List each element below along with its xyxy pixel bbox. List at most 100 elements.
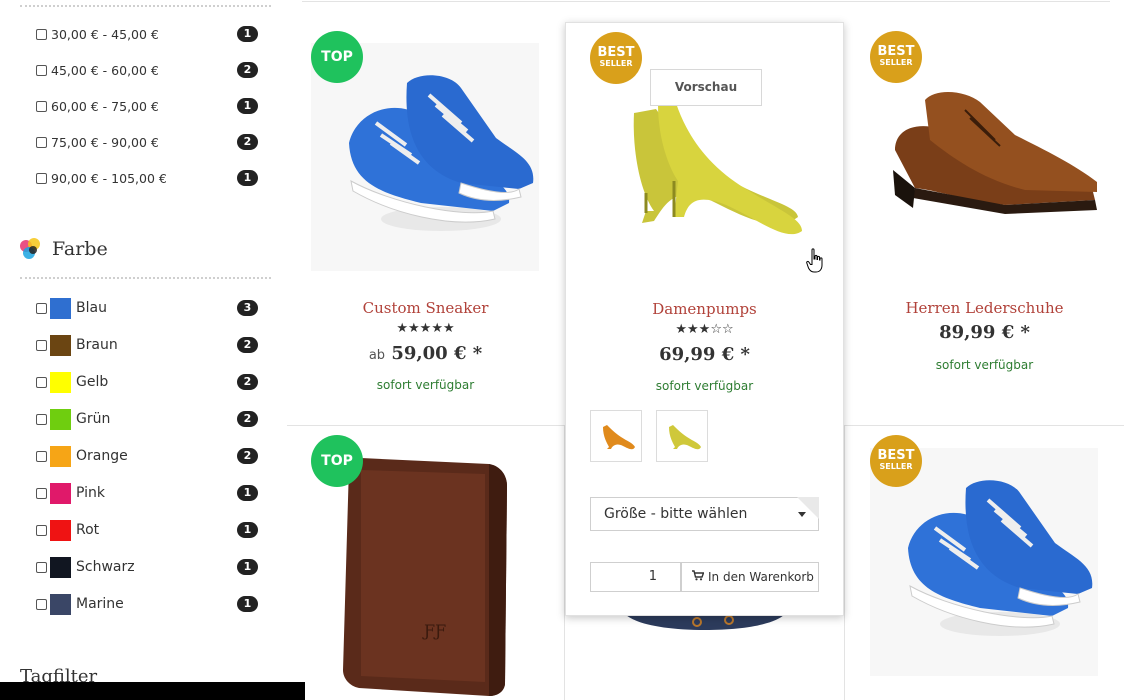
preview-button[interactable]: Vorschau (650, 69, 762, 106)
product-tile[interactable]: BEST SELLER Herren Lederschuhe 89,99 € *… (845, 0, 1124, 425)
badge-line: SELLER (879, 462, 913, 471)
availability-text: sofort verfügbar (935, 358, 1034, 372)
checkbox[interactable] (36, 487, 47, 499)
price-filter-label: 45,00 € - 60,00 € (51, 62, 159, 78)
color-filter-label: Grün (76, 411, 111, 427)
color-section-title: Farbe (52, 238, 108, 260)
filter-sidebar: 30,00 € - 45,00 € 1 45,00 € - 60,00 € 2 … (0, 0, 305, 700)
price-filter-label: 90,00 € - 105,00 € (51, 170, 167, 186)
color-filter-label: Pink (76, 485, 106, 501)
count-badge: 1 (237, 596, 258, 612)
count-badge: 2 (237, 374, 258, 390)
product-name[interactable]: Damenpumps (566, 300, 843, 318)
badge-line: BEST (877, 448, 915, 463)
checkbox[interactable] (36, 413, 47, 425)
product-image[interactable] (625, 614, 785, 634)
product-name[interactable]: Herren Lederschuhe (845, 299, 1124, 317)
product-price: 89,99 € * (939, 322, 1030, 343)
add-to-cart-button[interactable]: In den Warenkorb (681, 562, 819, 592)
bestseller-badge: BEST SELLER (870, 31, 922, 83)
bottom-bar (0, 682, 305, 700)
bag-image (625, 614, 785, 630)
price-filter-item[interactable]: 45,00 € - 60,00 € 2 (36, 58, 258, 82)
color-swatch (50, 371, 71, 393)
checkbox[interactable] (36, 28, 47, 40)
hand-cursor-icon (806, 248, 824, 278)
price-filter-item[interactable]: 90,00 € - 105,00 € 1 (36, 166, 258, 190)
checkbox[interactable] (36, 302, 47, 314)
checkbox[interactable] (36, 100, 47, 112)
color-swatch (50, 482, 71, 504)
wallet-image: ƑƑ (343, 458, 507, 696)
svg-text:ƑƑ: ƑƑ (422, 621, 446, 640)
yellow-pumps-image (669, 425, 701, 450)
checkbox[interactable] (36, 64, 47, 76)
checkbox[interactable] (36, 598, 47, 610)
size-select[interactable]: Größe - bitte wählen (590, 497, 819, 531)
checkbox[interactable] (36, 172, 47, 184)
count-badge: 1 (237, 522, 258, 538)
color-filter-item[interactable]: Gelb 2 (36, 369, 258, 395)
availability-text: sofort verfügbar (376, 378, 475, 392)
product-image[interactable] (875, 60, 1105, 230)
pumps-image (633, 103, 802, 235)
checkbox[interactable] (36, 561, 47, 573)
count-badge: 2 (237, 411, 258, 427)
quantity-input[interactable]: 1 (590, 562, 681, 592)
count-badge: 2 (237, 134, 258, 150)
count-badge: 2 (237, 448, 258, 464)
color-filter-label: Braun (76, 337, 118, 353)
checkbox[interactable] (36, 450, 47, 462)
divider (20, 5, 271, 7)
color-swatch (50, 556, 71, 578)
rating-stars: ★★★★★ (396, 321, 455, 336)
color-filter-item[interactable]: Orange 2 (36, 443, 258, 469)
product-price: 69,99 € * (659, 344, 750, 365)
product-tile[interactable]: TOP Custom Sneaker ★★★★★ ab 59,00 € * so… (287, 0, 564, 425)
variant-thumbnail[interactable] (656, 410, 708, 462)
color-filter-item[interactable]: Marine 1 (36, 591, 258, 617)
color-filter-label: Marine (76, 596, 124, 612)
availability-text: sofort verfügbar (655, 379, 754, 393)
palette-icon (20, 238, 42, 260)
color-swatch (50, 519, 71, 541)
color-filter-item[interactable]: Braun 2 (36, 332, 258, 358)
product-image[interactable]: ƑƑ (339, 456, 514, 700)
orange-pumps-image (603, 425, 635, 450)
corner-fold (797, 497, 819, 519)
count-badge: 2 (237, 337, 258, 353)
price-filter-item[interactable]: 75,00 € - 90,00 € 2 (36, 130, 258, 154)
product-name[interactable]: Custom Sneaker (287, 299, 564, 317)
color-filter-item[interactable]: Rot 1 (36, 517, 258, 543)
color-filter-label: Blau (76, 300, 107, 316)
checkbox[interactable] (36, 524, 47, 536)
size-select-value: Größe - bitte wählen (604, 506, 748, 522)
variant-thumbnail[interactable] (590, 410, 642, 462)
product-image[interactable] (606, 93, 806, 263)
bestseller-badge: BEST SELLER (870, 435, 922, 487)
top-badge: TOP (311, 31, 363, 83)
product-hover-card[interactable]: BEST SELLER Vorschau Damenpumps ★★★☆☆ 69… (565, 22, 844, 616)
color-swatch (50, 593, 71, 615)
price-prefix: ab (368, 348, 386, 363)
color-filter-item[interactable]: Pink 1 (36, 480, 258, 506)
checkbox[interactable] (36, 339, 47, 351)
badge-line: BEST (597, 45, 635, 60)
cart-icon (692, 563, 705, 591)
divider (20, 277, 271, 279)
badge-line: SELLER (879, 58, 913, 67)
count-badge: 3 (237, 300, 258, 316)
product-tile[interactable]: TOP ƑƑ (287, 426, 564, 700)
color-filter-item[interactable]: Grün 2 (36, 406, 258, 432)
price-filter-item[interactable]: 60,00 € - 75,00 € 1 (36, 94, 258, 118)
color-filter-item[interactable]: Blau 3 (36, 295, 258, 321)
checkbox[interactable] (36, 136, 47, 148)
checkbox[interactable] (36, 376, 47, 388)
top-badge: TOP (311, 435, 363, 487)
color-filter-item[interactable]: Schwarz 1 (36, 554, 258, 580)
count-badge: 1 (237, 485, 258, 501)
product-tile[interactable]: BEST SELLER (845, 426, 1124, 700)
count-badge: 2 (237, 62, 258, 78)
color-section-header: Farbe (20, 238, 108, 260)
price-filter-item[interactable]: 30,00 € - 45,00 € 1 (36, 22, 258, 46)
